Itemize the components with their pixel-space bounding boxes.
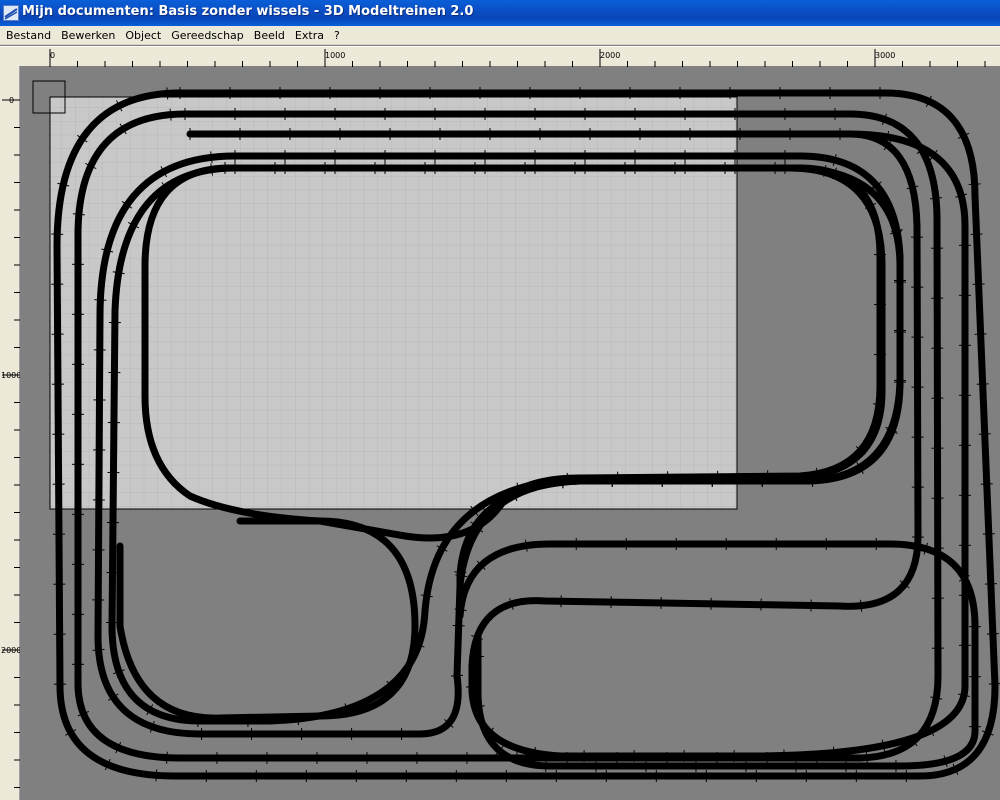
menu-bewerken[interactable]: Bewerken [56,27,120,45]
vertical-ruler: 0 1000 2000 [0,66,20,800]
menu-help[interactable]: ? [329,27,345,45]
track-sleeper [94,299,107,301]
track-sleeper [859,599,863,612]
track-sleeper [92,648,105,651]
track-app-icon [3,5,19,21]
layout-canvas[interactable] [20,66,1000,800]
track-sleeper [155,769,158,782]
menu-gereedschap[interactable]: Gereedschap [166,27,249,45]
track-lower-left-loop[interactable] [116,517,419,722]
hruler-label-3000: 3000 [875,51,895,60]
track-sleeper [929,197,942,200]
track-sleeper [968,183,981,186]
menu-bar: Bestand Bewerken Object Gereedschap Beeld Ext… [0,26,1000,45]
horizontal-ruler: 0 1000 2000 3000 [0,46,1000,67]
hruler-label-0: 0 [50,51,55,60]
hruler-label-1000: 1000 [325,51,345,60]
title-bar[interactable]: Mijn documenten: Basis zonder wissels - … [0,0,1000,26]
hruler-label-2000: 2000 [600,51,620,60]
track-sleeper [450,674,464,677]
track-sleeper [866,751,868,764]
window-title: Mijn documenten: Basis zonder wissels - … [22,4,474,19]
menu-bestand[interactable]: Bestand [0,27,56,45]
menu-extra[interactable]: Extra [290,27,329,45]
menu-object[interactable]: Object [120,27,166,45]
track-sleeper [166,751,168,764]
menu-beeld[interactable]: Beeld [249,27,290,45]
